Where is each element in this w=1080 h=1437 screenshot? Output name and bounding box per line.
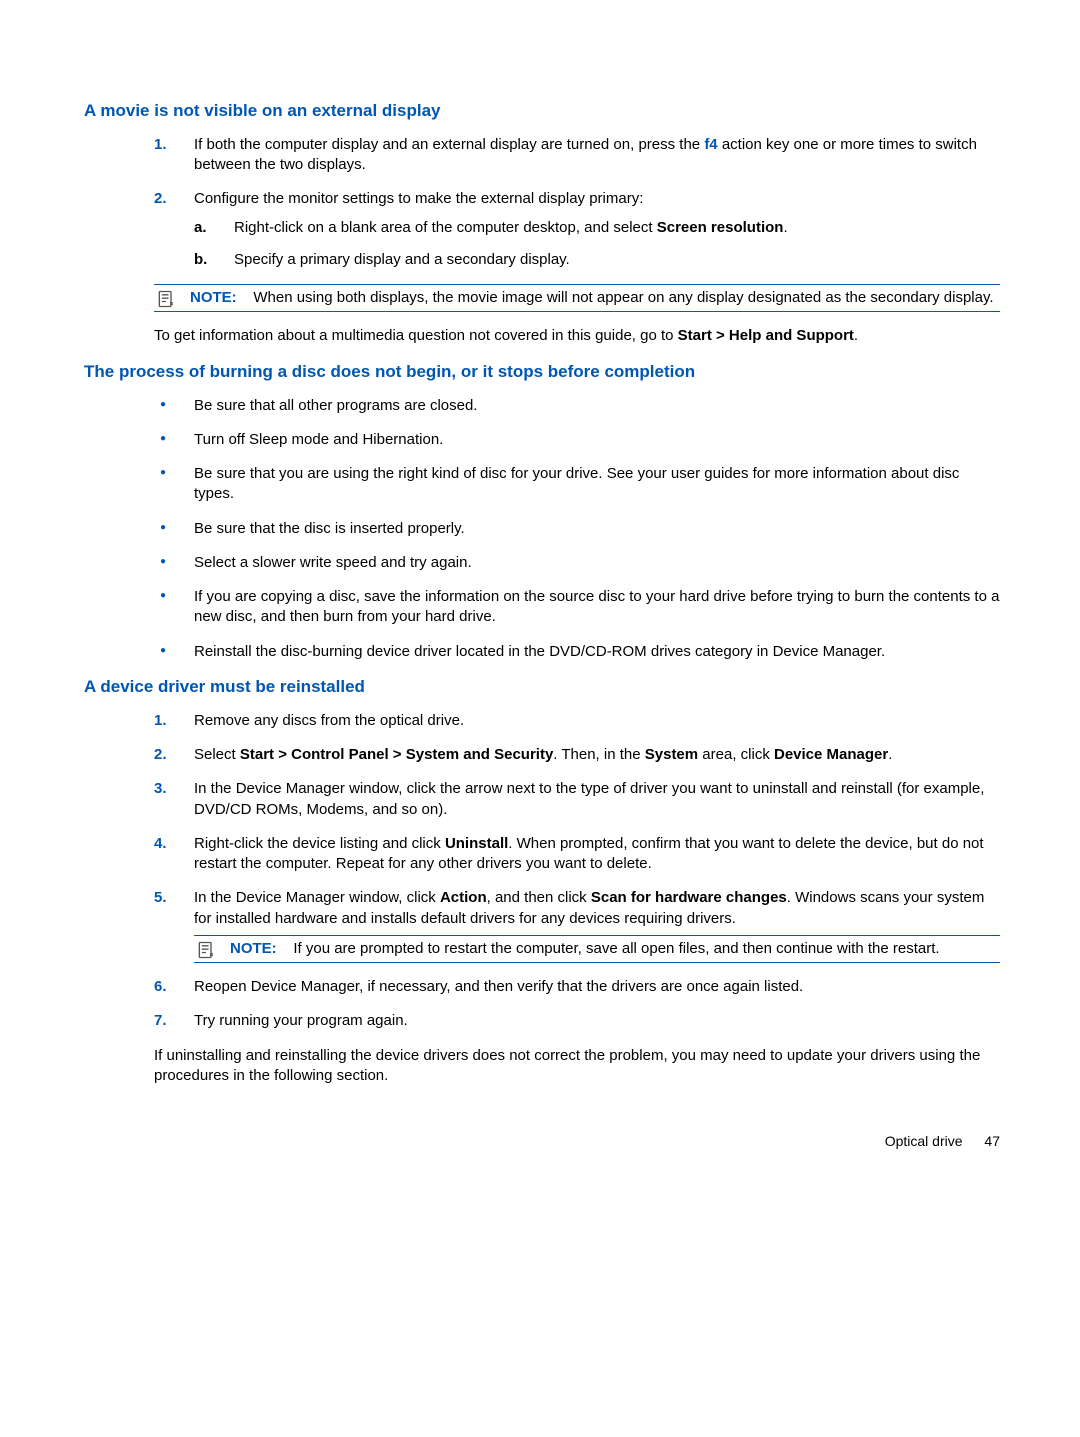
step-1: 1. If both the computer display and an e…: [154, 135, 1000, 176]
note-body: If you are prompted to restart the compu…: [281, 940, 940, 957]
step-text: In the Device Manager window, click Acti…: [194, 889, 984, 926]
step-text: In the Device Manager window, click the …: [194, 780, 984, 817]
step-5: 5. In the Device Manager window, click A…: [154, 888, 1000, 963]
step-7: 7. Try running your program again.: [154, 1011, 1000, 1031]
step-3: 3. In the Device Manager window, click t…: [154, 779, 1000, 820]
list-item: Be sure that all other programs are clos…: [154, 396, 1000, 416]
note-secondary-display: NOTE: When using both displays, the movi…: [154, 284, 1000, 312]
list-item: Turn off Sleep mode and Hibernation.: [154, 430, 1000, 450]
substep-marker: a.: [194, 218, 207, 238]
step-text: Reopen Device Manager, if necessary, and…: [194, 978, 803, 995]
page-number: 47: [984, 1132, 1000, 1151]
heading-movie-external: A movie is not visible on an external di…: [84, 100, 1000, 123]
step-marker: 5.: [154, 888, 167, 908]
step-marker: 2.: [154, 745, 167, 765]
substep-marker: b.: [194, 250, 207, 270]
list-item: Be sure that the disc is inserted proper…: [154, 519, 1000, 539]
list-item: If you are copying a disc, save the info…: [154, 587, 1000, 628]
paragraph-help-support: To get information about a multimedia qu…: [154, 326, 1000, 346]
steps-device-driver: 1. Remove any discs from the optical dri…: [154, 711, 1000, 1032]
step-marker: 7.: [154, 1011, 167, 1031]
list-item: Be sure that you are using the right kin…: [154, 464, 1000, 505]
step-text: If both the computer display and an exte…: [194, 136, 977, 173]
note-restart: NOTE: If you are prompted to restart the…: [194, 935, 1000, 963]
substep-text: Right-click on a blank area of the compu…: [234, 219, 788, 236]
substep-b: b. Specify a primary display and a secon…: [194, 250, 1000, 270]
heading-device-driver: A device driver must be reinstalled: [84, 676, 1000, 699]
substeps: a. Right-click on a blank area of the co…: [194, 218, 1000, 271]
bullets-disc-burning: Be sure that all other programs are clos…: [154, 396, 1000, 662]
key-f4: f4: [704, 136, 717, 153]
list-item: Reinstall the disc-burning device driver…: [154, 642, 1000, 662]
step-marker: 6.: [154, 977, 167, 997]
step-marker: 3.: [154, 779, 167, 799]
note-icon: [156, 289, 176, 309]
step-text: Remove any discs from the optical drive.: [194, 712, 464, 729]
step-text: Configure the monitor settings to make t…: [194, 190, 643, 207]
step-marker: 4.: [154, 834, 167, 854]
steps-movie-external: 1. If both the computer display and an e…: [154, 135, 1000, 270]
step-4: 4. Right-click the device listing and cl…: [154, 834, 1000, 875]
step-6: 6. Reopen Device Manager, if necessary, …: [154, 977, 1000, 997]
step-marker: 1.: [154, 711, 167, 731]
step-text: Try running your program again.: [194, 1012, 408, 1029]
substep-a: a. Right-click on a blank area of the co…: [194, 218, 1000, 238]
step-2: 2. Configure the monitor settings to mak…: [154, 189, 1000, 270]
heading-disc-burning: The process of burning a disc does not b…: [84, 361, 1000, 384]
note-label: NOTE:: [190, 289, 237, 306]
note-icon: [196, 940, 216, 960]
page-footer: Optical drive 47: [84, 1132, 1000, 1151]
step-text: Right-click the device listing and click…: [194, 835, 984, 872]
footer-section: Optical drive: [885, 1133, 963, 1149]
step-2: 2. Select Start > Control Panel > System…: [154, 745, 1000, 765]
note-label: NOTE:: [230, 940, 277, 957]
list-item: Select a slower write speed and try agai…: [154, 553, 1000, 573]
step-marker: 2.: [154, 189, 167, 209]
note-body: When using both displays, the movie imag…: [241, 289, 994, 306]
step-1: 1. Remove any discs from the optical dri…: [154, 711, 1000, 731]
substep-text: Specify a primary display and a secondar…: [234, 251, 570, 268]
step-text: Select Start > Control Panel > System an…: [194, 746, 892, 763]
step-marker: 1.: [154, 135, 167, 155]
paragraph-update-drivers: If uninstalling and reinstalling the dev…: [154, 1046, 1000, 1087]
